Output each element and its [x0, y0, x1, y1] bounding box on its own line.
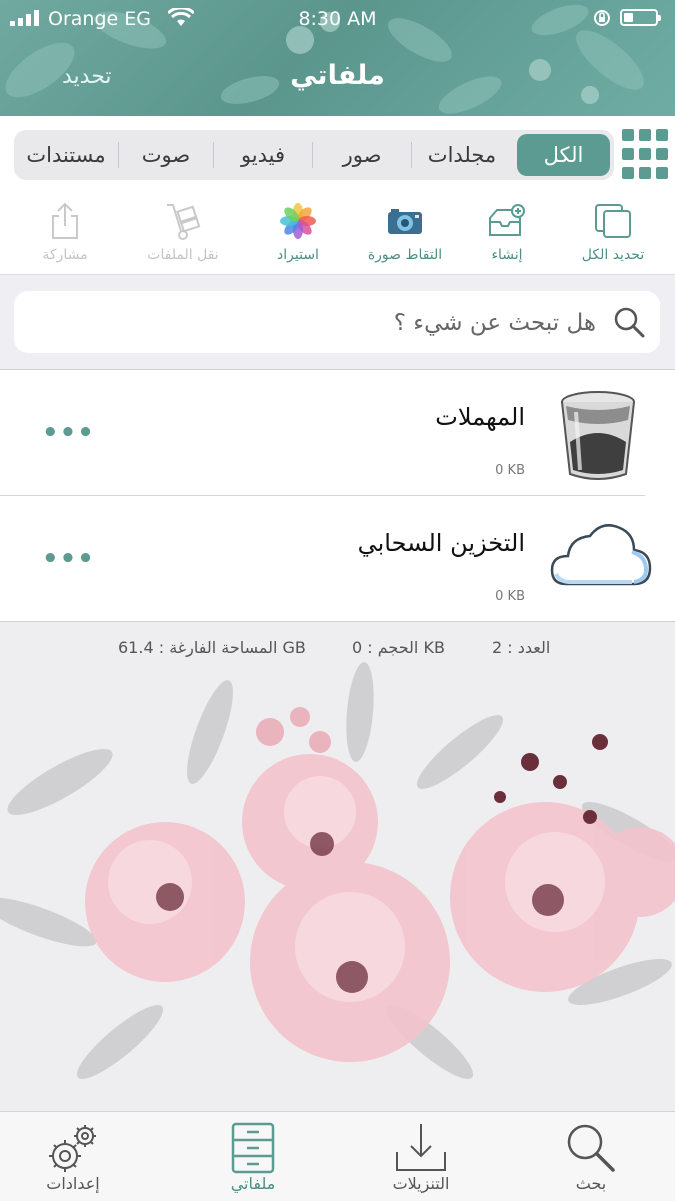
- create-label: إنشاء: [491, 247, 523, 263]
- tab-all[interactable]: الكل: [517, 134, 610, 176]
- status-bar: Orange EG 8:30 AM: [0, 0, 675, 38]
- select-all-icon: [595, 204, 631, 238]
- search-bar[interactable]: [14, 291, 660, 355]
- item-name: التخزين السحابي: [357, 529, 525, 557]
- item-size: 0 KB: [495, 589, 525, 604]
- list-item-cloud-storage[interactable]: التخزين السحابي 0 KB •••: [0, 496, 675, 621]
- tab-search-label: بحث: [575, 1174, 607, 1193]
- header: Orange EG 8:30 AM ملفاتي تحديد: [0, 0, 675, 116]
- more-options-icon[interactable]: •••: [42, 544, 95, 574]
- tab-bar: إعدادات ملفاتي التنزيلات بحث: [0, 1111, 675, 1201]
- photos-icon: [280, 203, 316, 239]
- tab-my-files-label: ملفاتي: [230, 1174, 276, 1193]
- share-icon: [52, 202, 78, 239]
- more-options-icon[interactable]: •••: [42, 418, 95, 448]
- camera-icon: [388, 209, 422, 234]
- tab-video[interactable]: فيديو: [214, 130, 312, 180]
- item-size: 0 KB: [495, 463, 525, 478]
- filter-segmented-control: مستندات صوت فيديو صور مجلدات الكل: [14, 130, 614, 180]
- list-item-trash[interactable]: المهملات 0 KB •••: [0, 370, 675, 495]
- gear-icon: [49, 1125, 96, 1172]
- take-photo-label: التقاط صورة: [367, 247, 443, 263]
- file-list: المهملات 0 KB ••• التخزين السحابي 0 KB •…: [0, 369, 675, 622]
- search-icon: [567, 1124, 615, 1172]
- import-label: استيراد: [277, 247, 319, 263]
- search-area: [0, 275, 675, 369]
- free-space-text: المساحة الفارغة : 61.4 GB: [118, 638, 306, 657]
- search-icon: [614, 307, 645, 338]
- edit-button[interactable]: تحديد: [62, 64, 112, 89]
- new-folder-icon: [489, 204, 525, 236]
- total-size-text: الحجم : 0 KB: [352, 638, 445, 657]
- rotation-lock-icon: [594, 10, 610, 26]
- tab-settings[interactable]: إعدادات: [8, 1112, 138, 1201]
- tab-downloads[interactable]: التنزيلات: [356, 1112, 486, 1201]
- tab-settings-label: إعدادات: [46, 1174, 100, 1193]
- file-cabinet-icon: [231, 1122, 275, 1174]
- filter-bar: مستندات صوت فيديو صور مجلدات الكل: [0, 116, 675, 194]
- trash-icon: [561, 391, 635, 480]
- tab-my-files[interactable]: ملفاتي: [188, 1112, 318, 1201]
- hand-truck-icon: [167, 204, 201, 240]
- share-label: مشاركة: [42, 247, 88, 263]
- grid-view-icon[interactable]: [622, 129, 668, 181]
- tab-folders[interactable]: مجلدات: [412, 130, 512, 180]
- cloud-icon: [550, 524, 652, 586]
- tab-search[interactable]: بحث: [526, 1112, 656, 1201]
- item-count-text: العدد : 2: [492, 638, 551, 657]
- move-files-label: نقل الملفات: [147, 247, 219, 263]
- clock: 8:30 AM: [298, 8, 377, 30]
- tab-audio[interactable]: صوت: [119, 130, 213, 180]
- tab-photos[interactable]: صور: [313, 130, 411, 180]
- action-toolbar: مشاركة نقل الملفات استيراد التقاط صورة إ…: [0, 194, 675, 275]
- battery-icon: [620, 9, 661, 26]
- tab-downloads-label: التنزيلات: [392, 1174, 450, 1193]
- tab-documents[interactable]: مستندات: [14, 130, 118, 180]
- download-icon: [396, 1124, 446, 1171]
- search-input[interactable]: [34, 291, 598, 355]
- item-name: المهملات: [435, 403, 525, 431]
- storage-stats: المساحة الفارغة : 61.4 GB الحجم : 0 KB ا…: [0, 634, 675, 664]
- select-all-label: تحديد الكل: [581, 247, 645, 263]
- floral-illustration: [0, 662, 675, 1079]
- floral-background: [0, 621, 675, 1112]
